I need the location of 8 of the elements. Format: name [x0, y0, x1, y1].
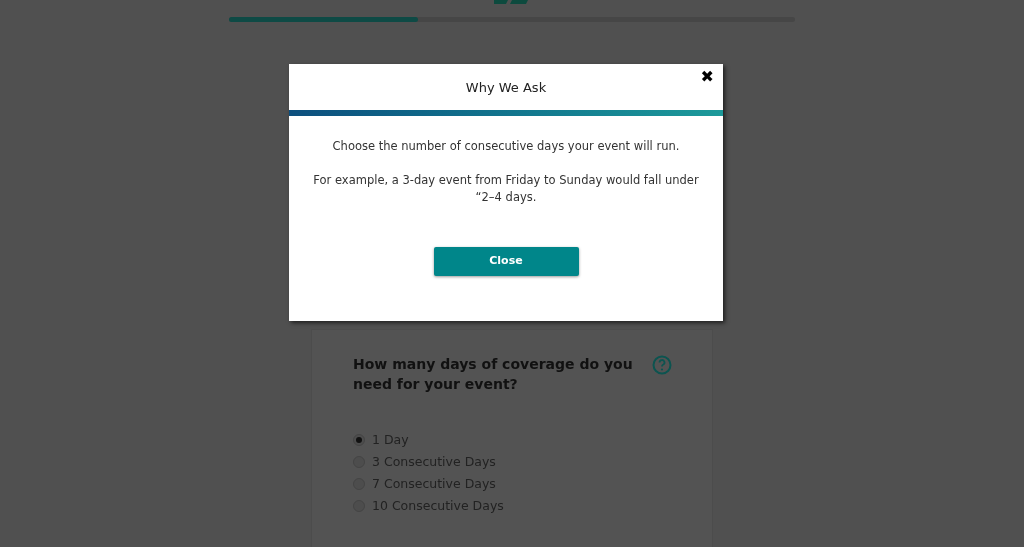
logo-icon: [494, 0, 530, 4]
help-icon[interactable]: [652, 355, 672, 375]
question-text: How many days of coverage do you need for your event?: [353, 355, 634, 394]
modal-paragraph: Choose the number of consecutive days your event will run.: [332, 138, 680, 155]
modal-title: Why We Ask: [465, 79, 547, 98]
modal-paragraph: For example, a 3-day event from Friday to Sunday would fall under “2–4 days.: [312, 172, 700, 206]
close-button[interactable]: Close: [433, 247, 579, 276]
radio-button[interactable]: [353, 433, 365, 446]
